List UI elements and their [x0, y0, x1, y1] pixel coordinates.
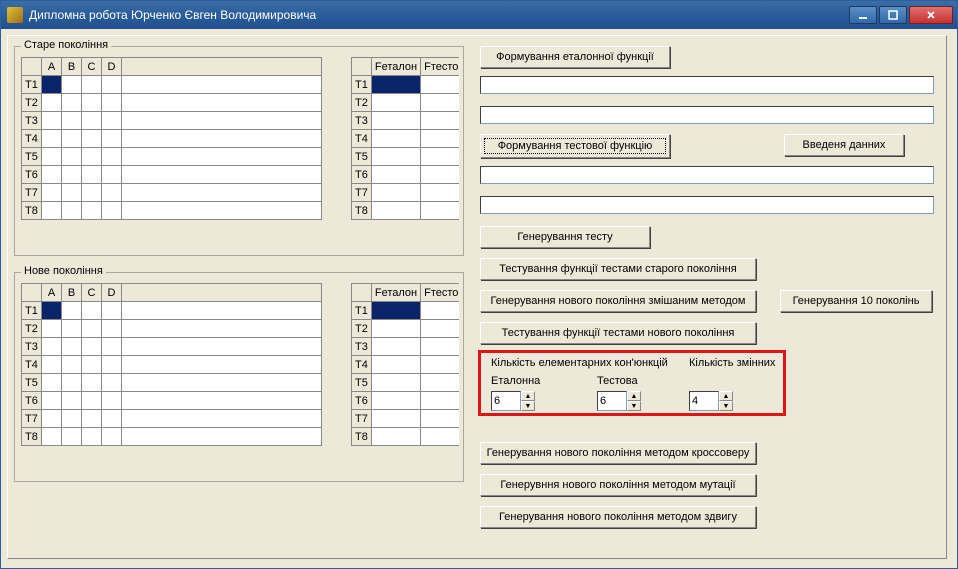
grid-old-f-wrap: Fеталон Fтестов T1 T2 T3 T4 T5 T6 T7 T8: [351, 57, 459, 247]
spin-down-icon[interactable]: ▼: [719, 401, 733, 411]
group-new-generation: Нове покоління А B C D T1 T2 T3 T4: [14, 272, 464, 482]
elem-conj-label: Кількість елементарних кон'юнкцій: [491, 357, 668, 369]
app-icon: [7, 7, 23, 23]
test-new-generation-button[interactable]: Тестування функції тестами нового поколі…: [480, 322, 756, 344]
highlighted-params-box: Кількість елементарних кон'юнкцій Кількі…: [478, 350, 786, 416]
maximize-button[interactable]: [879, 6, 907, 24]
spin-up-icon[interactable]: ▲: [521, 391, 535, 401]
titlebar: Дипломна робота Юрченко Євген Володимиро…: [1, 1, 957, 29]
reference-label: Еталонна: [491, 375, 540, 387]
test-function-field[interactable]: [480, 166, 934, 184]
grid-new-abcd-wrap: А B C D T1 T2 T3 T4 T5 T6 T7 T8: [21, 283, 331, 473]
main-panel: Старе покоління А B C D T1 T2 T3: [7, 35, 947, 559]
grid-new-f-wrap: Fеталон Fтестов T1 T2 T3 T4 T5 T6 T7 T8: [351, 283, 459, 473]
reference-count-spinner[interactable]: ▲▼: [491, 391, 535, 411]
spin-up-icon[interactable]: ▲: [627, 391, 641, 401]
variables-label: Кількість змінних: [689, 357, 775, 369]
reference-function-field-2[interactable]: [480, 106, 934, 124]
client-area: Старе покоління А B C D T1 T2 T3: [1, 29, 957, 568]
reference-count-input[interactable]: [491, 391, 521, 411]
minimize-icon: [858, 10, 868, 20]
test-count-input[interactable]: [597, 391, 627, 411]
spin-down-icon[interactable]: ▼: [627, 401, 641, 411]
variables-count-spinner[interactable]: ▲▼: [689, 391, 733, 411]
grid-new-f[interactable]: Fеталон Fтестов T1 T2 T3 T4 T5 T6 T7 T8: [351, 283, 459, 446]
minimize-button[interactable]: [849, 6, 877, 24]
close-button[interactable]: [909, 6, 953, 24]
test-function-field-2[interactable]: [480, 196, 934, 214]
generate-new-shift-button[interactable]: Генерування нового покоління методом здв…: [480, 506, 756, 528]
spin-down-icon[interactable]: ▼: [521, 401, 535, 411]
test-label: Тестова: [597, 375, 638, 387]
spin-up-icon[interactable]: ▲: [719, 391, 733, 401]
generate-new-mixed-button[interactable]: Генерування нового покоління змішаним ме…: [480, 290, 756, 312]
generate-test-button[interactable]: Генерування тесту: [480, 226, 650, 248]
group-old-label: Старе покоління: [21, 39, 111, 51]
grid-old-abcd-wrap: А B C D T1 T2 T3 T4 T5 T6 T7 T8: [21, 57, 331, 247]
reference-function-field[interactable]: [480, 76, 934, 94]
test-count-spinner[interactable]: ▲▼: [597, 391, 641, 411]
app-window: Дипломна робота Юрченко Євген Володимиро…: [0, 0, 958, 569]
form-test-function-button[interactable]: Формування тестової функцію: [480, 134, 670, 158]
generate-10-generations-button[interactable]: Генерування 10 поколінь: [780, 290, 932, 312]
test-old-generation-button[interactable]: Тестування функції тестами старого покол…: [480, 258, 756, 280]
grid-old-f[interactable]: Fеталон Fтестов T1 T2 T3 T4 T5 T6 T7 T8: [351, 57, 459, 220]
grid-old-abcd[interactable]: А B C D T1 T2 T3 T4 T5 T6 T7 T8: [21, 57, 322, 220]
window-title: Дипломна робота Юрченко Євген Володимиро…: [29, 8, 849, 22]
grid-new-abcd[interactable]: А B C D T1 T2 T3 T4 T5 T6 T7 T8: [21, 283, 322, 446]
group-new-label: Нове покоління: [21, 265, 106, 277]
maximize-icon: [888, 10, 898, 20]
generate-new-crossover-button[interactable]: Генерування нового покоління методом кро…: [480, 442, 756, 464]
group-old-generation: Старе покоління А B C D T1 T2 T3: [14, 46, 464, 256]
form-reference-function-button[interactable]: Формування еталонної функції: [480, 46, 670, 68]
generate-new-mutation-button[interactable]: Генерувння нового покоління методом мута…: [480, 474, 756, 496]
window-buttons: [849, 6, 953, 24]
close-icon: [926, 10, 936, 20]
input-data-button[interactable]: Введеня данних: [784, 134, 904, 156]
variables-count-input[interactable]: [689, 391, 719, 411]
